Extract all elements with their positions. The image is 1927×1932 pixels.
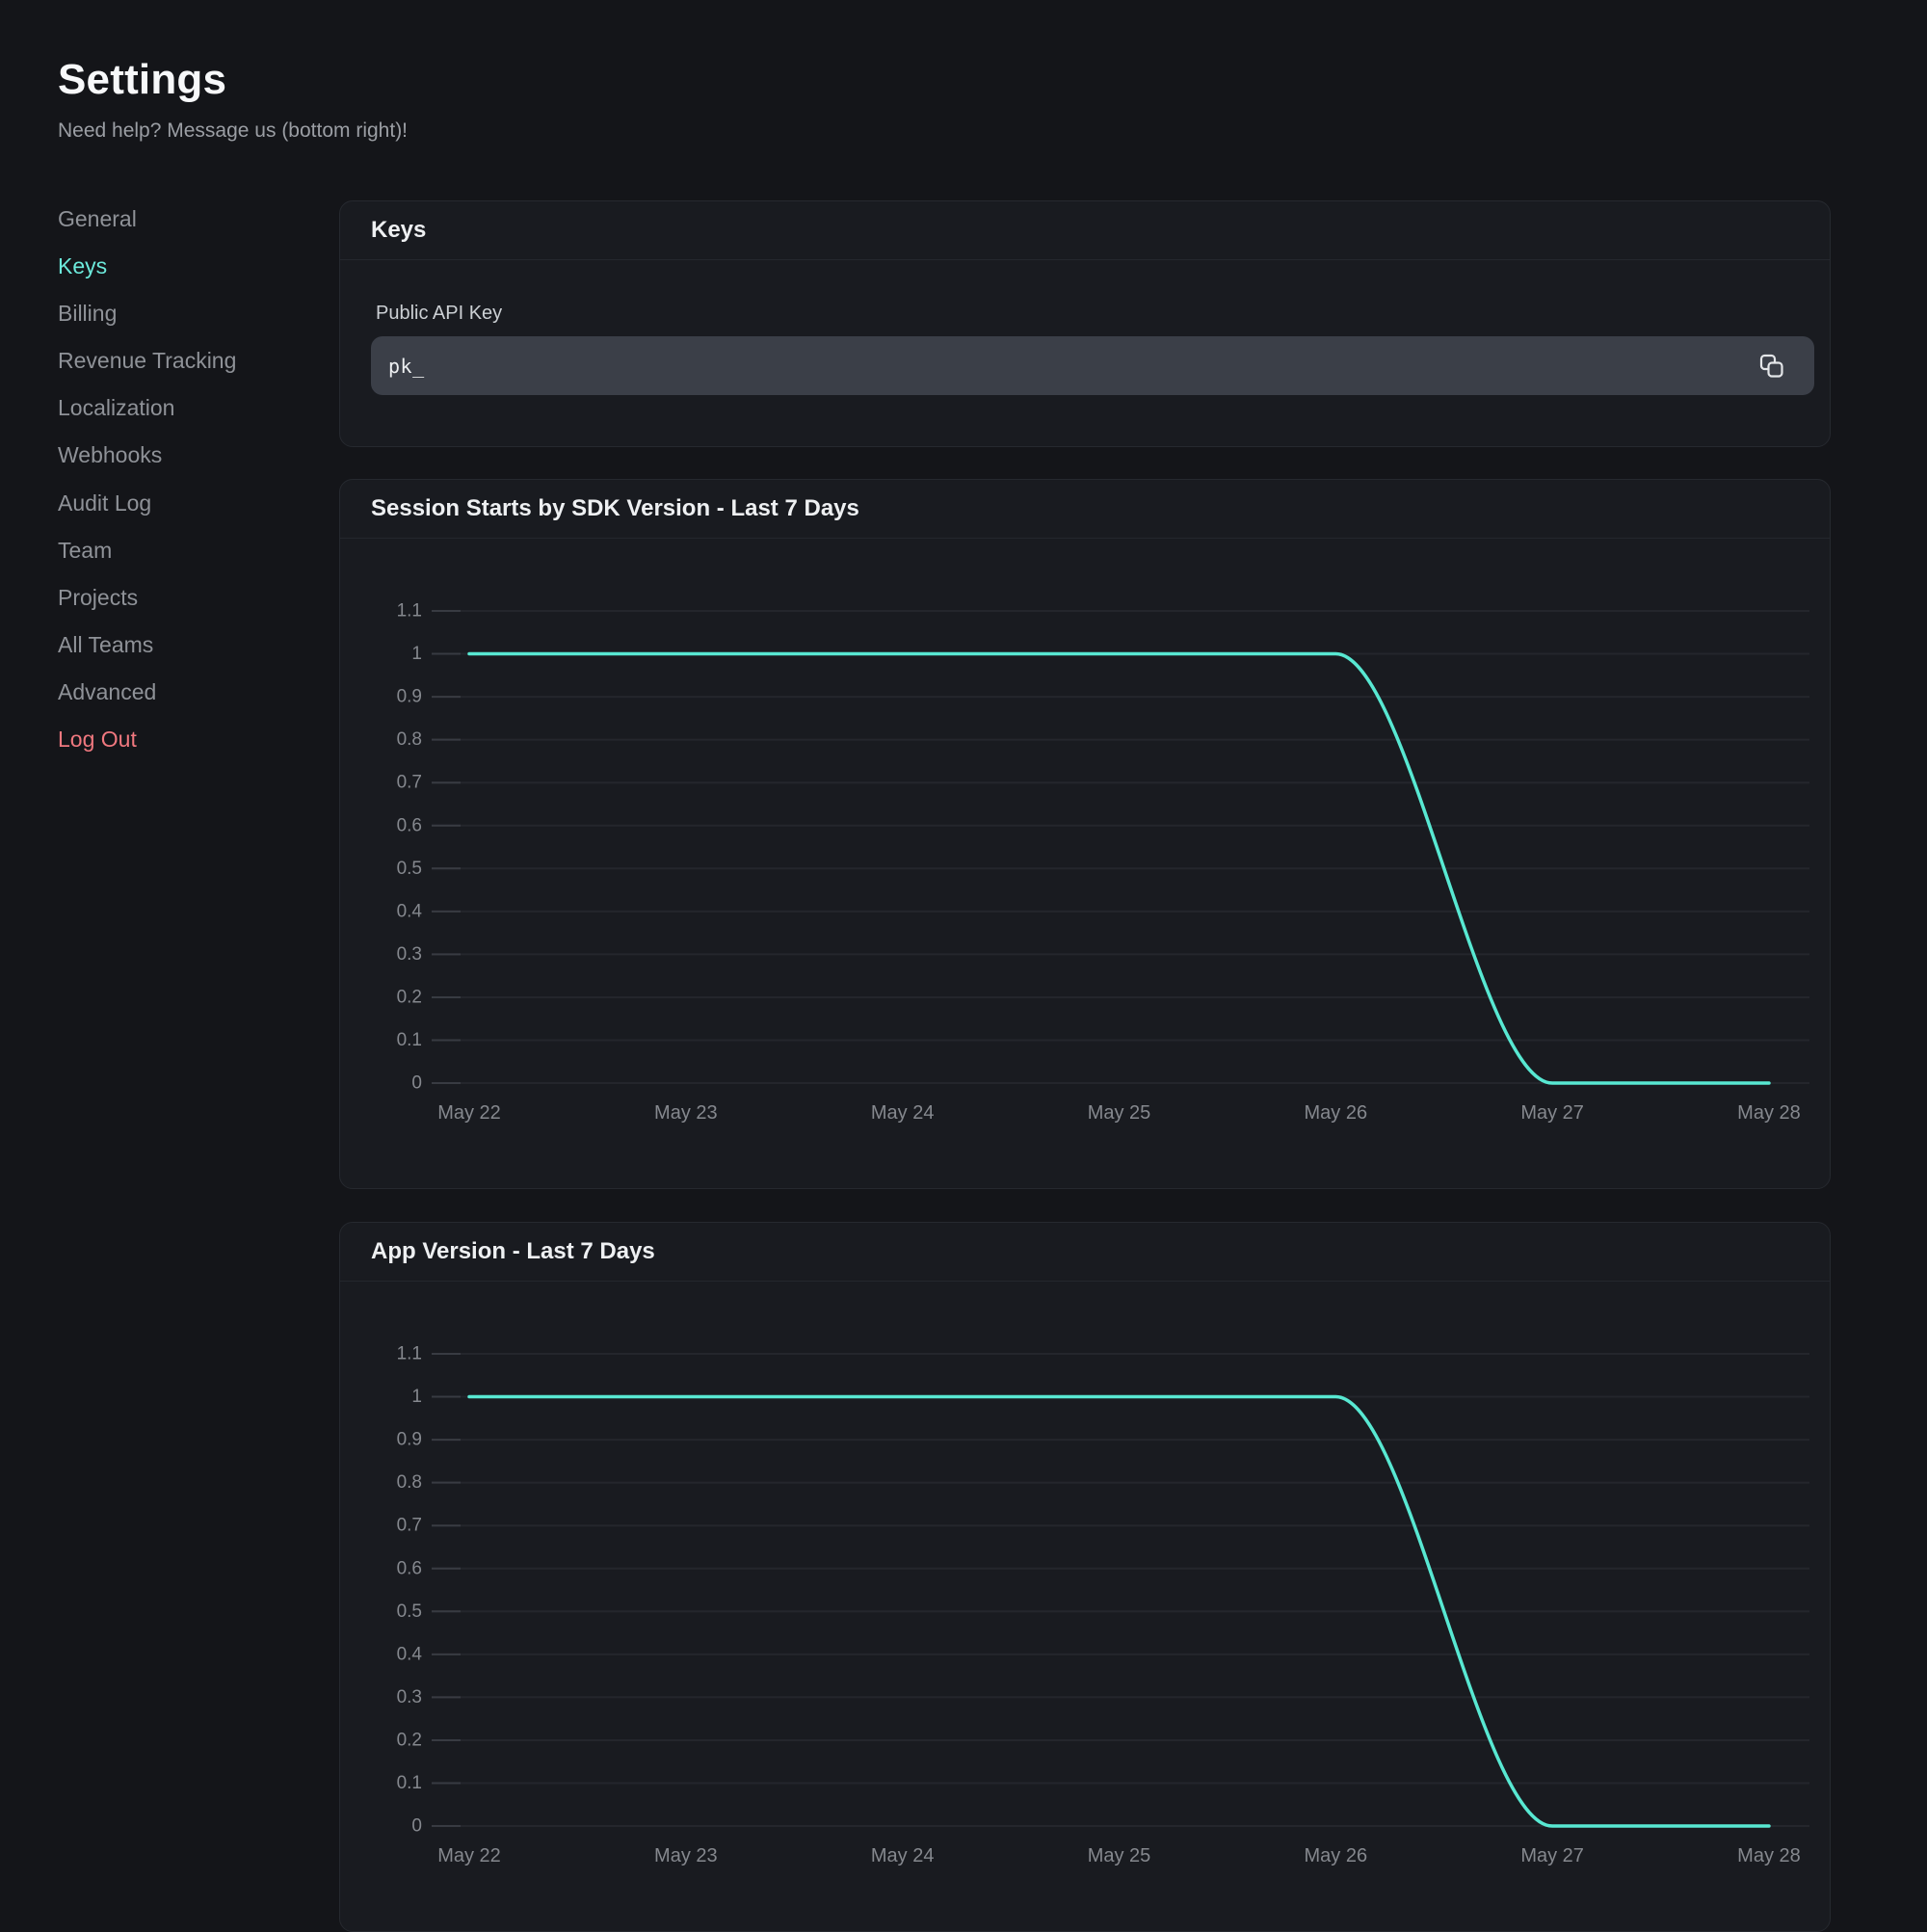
sidebar-item-keys[interactable]: Keys [58, 243, 299, 290]
copy-icon [1759, 354, 1784, 379]
svg-text:May 22: May 22 [437, 1102, 501, 1124]
svg-text:May 26: May 26 [1305, 1102, 1368, 1124]
app-version-chart: 1.1 1 0.9 0.8 0.7 0.6 0.5 0.4 0.3 0.2 0.1 0 May 22 Ma… [340, 1281, 1832, 1931]
svg-text:0.5: 0.5 [397, 1601, 422, 1622]
svg-text:0.7: 0.7 [397, 1516, 422, 1536]
svg-text:May 24: May 24 [871, 1845, 935, 1866]
svg-text:0.8: 0.8 [397, 1472, 422, 1493]
svg-text:0.1: 0.1 [397, 1030, 422, 1050]
sidebar-item-revenue-tracking[interactable]: Revenue Tracking [58, 337, 299, 384]
svg-text:May 28: May 28 [1737, 1845, 1801, 1866]
svg-text:1: 1 [411, 644, 422, 664]
copy-api-key-button[interactable] [1758, 353, 1785, 380]
sidebar-item-billing[interactable]: Billing [58, 290, 299, 337]
svg-text:0.1: 0.1 [397, 1773, 422, 1793]
svg-text:0.3: 0.3 [397, 944, 422, 965]
svg-text:0.4: 0.4 [397, 901, 423, 921]
svg-text:May 25: May 25 [1088, 1102, 1151, 1124]
settings-sidebar: GeneralKeysBillingRevenue TrackingLocali… [58, 196, 299, 763]
svg-text:0.2: 0.2 [397, 987, 422, 1007]
svg-text:1.1: 1.1 [397, 1344, 422, 1364]
svg-text:May 22: May 22 [437, 1845, 501, 1866]
sidebar-item-localization[interactable]: Localization [58, 384, 299, 432]
sidebar-item-webhooks[interactable]: Webhooks [58, 432, 299, 479]
keys-card: Keys Public API Key pk_ [339, 200, 1831, 447]
svg-text:0.6: 0.6 [397, 1558, 422, 1578]
svg-text:0.2: 0.2 [397, 1730, 422, 1750]
svg-text:0: 0 [411, 1073, 422, 1094]
svg-text:May 26: May 26 [1305, 1845, 1368, 1866]
svg-text:May 28: May 28 [1737, 1102, 1801, 1124]
svg-text:0.7: 0.7 [397, 773, 422, 793]
svg-text:May 25: May 25 [1088, 1845, 1151, 1866]
svg-text:1.1: 1.1 [397, 601, 422, 622]
sidebar-item-projects[interactable]: Projects [58, 574, 299, 622]
svg-text:May 23: May 23 [654, 1845, 718, 1866]
svg-text:May 27: May 27 [1520, 1845, 1584, 1866]
svg-text:0.4: 0.4 [397, 1644, 423, 1664]
app-version-chart-card: App Version - Last 7 Days 1.1 1 0.9 0.8 0.7 0… [339, 1222, 1831, 1932]
sidebar-item-log-out[interactable]: Log Out [58, 716, 299, 763]
public-api-key-label: Public API Key [376, 303, 502, 325]
sdk-version-chart-title: Session Starts by SDK Version - Last 7 D… [340, 480, 1830, 539]
sidebar-item-advanced[interactable]: Advanced [58, 669, 299, 716]
keys-card-title: Keys [340, 201, 1830, 260]
svg-text:0.9: 0.9 [397, 687, 422, 707]
app-version-chart-title: App Version - Last 7 Days [340, 1223, 1830, 1282]
sdk-version-chart-card: Session Starts by SDK Version - Last 7 D… [339, 479, 1831, 1189]
svg-text:1: 1 [411, 1387, 422, 1407]
public-api-key-input[interactable]: pk_ [371, 336, 1814, 395]
sidebar-item-all-teams[interactable]: All Teams [58, 622, 299, 669]
sidebar-item-general[interactable]: General [58, 196, 299, 243]
sidebar-item-team[interactable]: Team [58, 527, 299, 574]
svg-text:0.9: 0.9 [397, 1430, 422, 1450]
svg-text:0.3: 0.3 [397, 1687, 422, 1707]
public-api-key-value: pk_ [371, 355, 425, 378]
svg-text:May 24: May 24 [871, 1102, 935, 1124]
page-subtitle: Need help? Message us (bottom right)! [58, 119, 408, 143]
sidebar-item-audit-log[interactable]: Audit Log [58, 480, 299, 527]
svg-text:0: 0 [411, 1816, 422, 1837]
svg-text:0.5: 0.5 [397, 859, 422, 879]
svg-text:May 27: May 27 [1520, 1102, 1584, 1124]
page-title: Settings [58, 56, 226, 104]
svg-text:May 23: May 23 [654, 1102, 718, 1124]
sdk-version-chart: 1.1 1 0.9 0.8 0.7 0.6 0.5 0.4 0.3 0.2 0.1 0 May 22 Ma… [340, 538, 1832, 1188]
svg-text:0.8: 0.8 [397, 729, 422, 750]
svg-text:0.6: 0.6 [397, 815, 422, 835]
